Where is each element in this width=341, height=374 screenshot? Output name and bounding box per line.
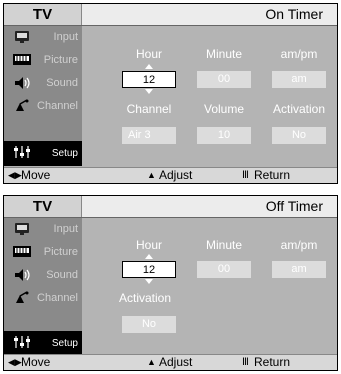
hour-label: Hour xyxy=(135,238,162,252)
return-label: Return xyxy=(254,355,291,369)
sound-icon xyxy=(15,269,30,281)
move-label: Move xyxy=(21,355,51,369)
move-arrows-icon: ◀▶ xyxy=(8,170,22,180)
ampm-label: am/pm xyxy=(280,47,318,61)
hour-down-arrow-icon[interactable] xyxy=(145,279,153,284)
header-bar: TV On Timer xyxy=(4,4,337,26)
setup-icon xyxy=(14,146,30,158)
sidebar-item-setup[interactable]: Setup xyxy=(4,331,82,356)
page-title: On Timer xyxy=(265,6,323,22)
sidebar-item-picture[interactable]: Picture xyxy=(4,49,82,72)
adjust-label: Adjust xyxy=(159,168,193,182)
sidebar-item-label: Picture xyxy=(43,246,78,258)
ampm-field[interactable]: am xyxy=(272,71,326,88)
sidebar-item-label: Picture xyxy=(43,54,78,66)
activation-field[interactable]: No xyxy=(272,127,326,144)
on-timer-panel: TV On Timer Input Picture Sound Channel … xyxy=(3,3,338,184)
adjust-arrows-icon: ▲ xyxy=(147,357,156,367)
sidebar-item-channel[interactable]: Channel xyxy=(4,287,82,310)
adjust-arrows-icon: ▲ xyxy=(147,170,156,180)
move-label: Move xyxy=(21,168,51,182)
tv-title: TV xyxy=(4,196,82,217)
footer-bar: ◀▶ Move ▲ Adjust Ⅲ Return xyxy=(4,354,337,370)
volume-label: Volume xyxy=(203,102,245,116)
tv-title: TV xyxy=(4,4,82,25)
activation-label: Activation xyxy=(272,102,326,116)
page-title: Off Timer xyxy=(265,198,323,214)
sidebar-item-sound[interactable]: Sound xyxy=(4,264,82,287)
channel-icon xyxy=(16,291,29,303)
minute-label: Minute xyxy=(205,47,243,61)
minute-label: Minute xyxy=(205,238,243,252)
sidebar-item-label: Input xyxy=(53,31,78,43)
ampm-label: am/pm xyxy=(280,238,318,252)
minute-field[interactable]: 00 xyxy=(197,261,251,278)
channel-label: Channel xyxy=(126,102,172,116)
sidebar-item-input[interactable]: Input xyxy=(4,26,82,49)
input-icon xyxy=(15,31,29,43)
sidebar-item-label: Channel xyxy=(37,100,78,112)
picture-icon xyxy=(13,54,31,65)
sidebar-item-label: Setup xyxy=(51,338,78,349)
sidebar-item-label: Channel xyxy=(37,292,78,304)
sidebar-item-label: Sound xyxy=(46,77,78,89)
footer-bar: ◀▶ Move ▲ Adjust Ⅲ Return xyxy=(4,167,337,183)
sidebar-item-sound[interactable]: Sound xyxy=(4,72,82,95)
adjust-label: Adjust xyxy=(159,355,193,369)
sidebar-item-input[interactable]: Input xyxy=(4,218,82,241)
sidebar: Input Picture Sound Channel Setup xyxy=(4,26,82,166)
hour-up-arrow-icon[interactable] xyxy=(145,64,153,69)
sidebar-item-label: Input xyxy=(53,223,78,235)
header-bar: TV Off Timer xyxy=(4,196,337,218)
sidebar-item-label: Sound xyxy=(46,269,78,281)
off-timer-panel: TV Off Timer Input Picture Sound Channel… xyxy=(3,195,338,371)
channel-icon xyxy=(16,99,29,111)
minute-field[interactable]: 00 xyxy=(197,71,251,88)
return-icon: Ⅲ xyxy=(242,357,249,368)
volume-field[interactable]: 10 xyxy=(197,127,251,144)
move-arrows-icon: ◀▶ xyxy=(8,357,22,367)
hour-down-arrow-icon[interactable] xyxy=(145,89,153,94)
activation-label: Activation xyxy=(118,291,172,305)
hour-up-arrow-icon[interactable] xyxy=(145,254,153,259)
sidebar: Input Picture Sound Channel Setup xyxy=(4,218,82,356)
sidebar-item-picture[interactable]: Picture xyxy=(4,241,82,264)
channel-field[interactable]: Air 3 xyxy=(122,127,176,144)
sidebar-item-label: Setup xyxy=(51,148,78,159)
setup-icon xyxy=(14,336,30,348)
hour-field[interactable]: 12 xyxy=(122,71,176,88)
return-icon: Ⅲ xyxy=(242,170,249,181)
hour-field[interactable]: 12 xyxy=(122,261,176,278)
picture-icon xyxy=(13,246,31,257)
activation-field[interactable]: No xyxy=(122,316,176,333)
sidebar-item-setup[interactable]: Setup xyxy=(4,141,82,166)
hour-label: Hour xyxy=(135,47,162,61)
input-icon xyxy=(15,223,29,235)
sound-icon xyxy=(15,77,30,89)
ampm-field[interactable]: am xyxy=(272,261,326,278)
sidebar-item-channel[interactable]: Channel xyxy=(4,95,82,118)
return-label: Return xyxy=(254,168,291,182)
